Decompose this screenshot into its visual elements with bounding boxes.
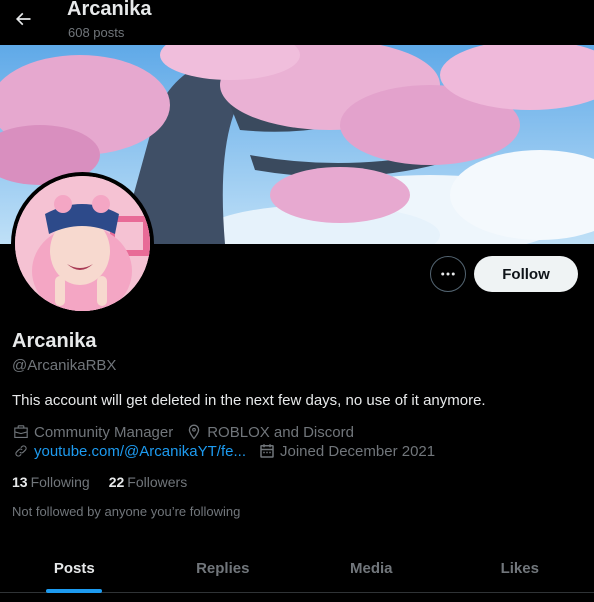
arrow-left-icon — [15, 12, 31, 26]
tab-likes[interactable]: Likes — [446, 545, 594, 592]
followers-count: 22 — [108, 474, 125, 490]
location-item: ROBLOX and Discord — [185, 423, 354, 441]
tab-replies-label: Replies — [196, 560, 250, 577]
follow-button[interactable]: Follow — [474, 256, 578, 292]
profile-meta-row-1: Community Manager ROBLOX and Discord — [12, 423, 366, 441]
profile-tabs: Posts Replies Media Likes — [0, 545, 594, 593]
followers-label: Followers — [127, 474, 188, 490]
location-pin-icon — [185, 423, 203, 441]
profile-bio: This account will get deleted in the nex… — [12, 392, 486, 409]
more-options-button[interactable] — [430, 256, 466, 292]
not-followed-notice: Not followed by anyone you’re following — [12, 504, 241, 519]
user-handle: @ArcanikaRBX — [12, 357, 117, 374]
header-title: Arcanika — [67, 0, 152, 20]
category-text: Community Manager — [34, 423, 174, 441]
briefcase-icon — [12, 423, 30, 441]
tab-posts[interactable]: Posts — [0, 545, 149, 593]
profile-meta-row-2: youtube.com/@ArcanikaYT/fe... Joined Dec… — [12, 442, 447, 460]
back-button[interactable] — [6, 2, 40, 36]
calendar-icon — [258, 442, 276, 460]
tab-replies[interactable]: Replies — [149, 545, 298, 592]
followers-stat[interactable]: 22 Followers — [109, 474, 187, 490]
joined-text: Joined December 2021 — [280, 442, 436, 460]
website-link[interactable]: youtube.com/@ArcanikaYT/fe... — [34, 443, 246, 460]
tab-likes-label: Likes — [500, 560, 539, 577]
active-tab-indicator — [46, 589, 103, 593]
following-count: 13 — [12, 474, 28, 490]
category-item: Community Manager — [12, 423, 173, 441]
top-bar: Arcanika 608 posts — [0, 0, 594, 45]
website-item[interactable]: youtube.com/@ArcanikaYT/fe... — [12, 442, 246, 460]
link-icon — [12, 442, 30, 460]
posts-count: 608 posts — [68, 25, 125, 40]
more-icon — [441, 272, 455, 276]
tab-media-label: Media — [349, 560, 393, 577]
tab-posts-label: Posts — [53, 560, 95, 577]
joined-item: Joined December 2021 — [258, 442, 435, 460]
display-name: Arcanika — [12, 330, 97, 352]
profile-avatar[interactable] — [11, 172, 154, 315]
location-text: ROBLOX and Discord — [207, 423, 354, 441]
follow-stats: 13 Following 22 Followers — [12, 474, 206, 490]
following-label: Following — [30, 474, 90, 490]
tab-media[interactable]: Media — [297, 545, 446, 592]
following-stat[interactable]: 13 Following — [12, 474, 90, 490]
